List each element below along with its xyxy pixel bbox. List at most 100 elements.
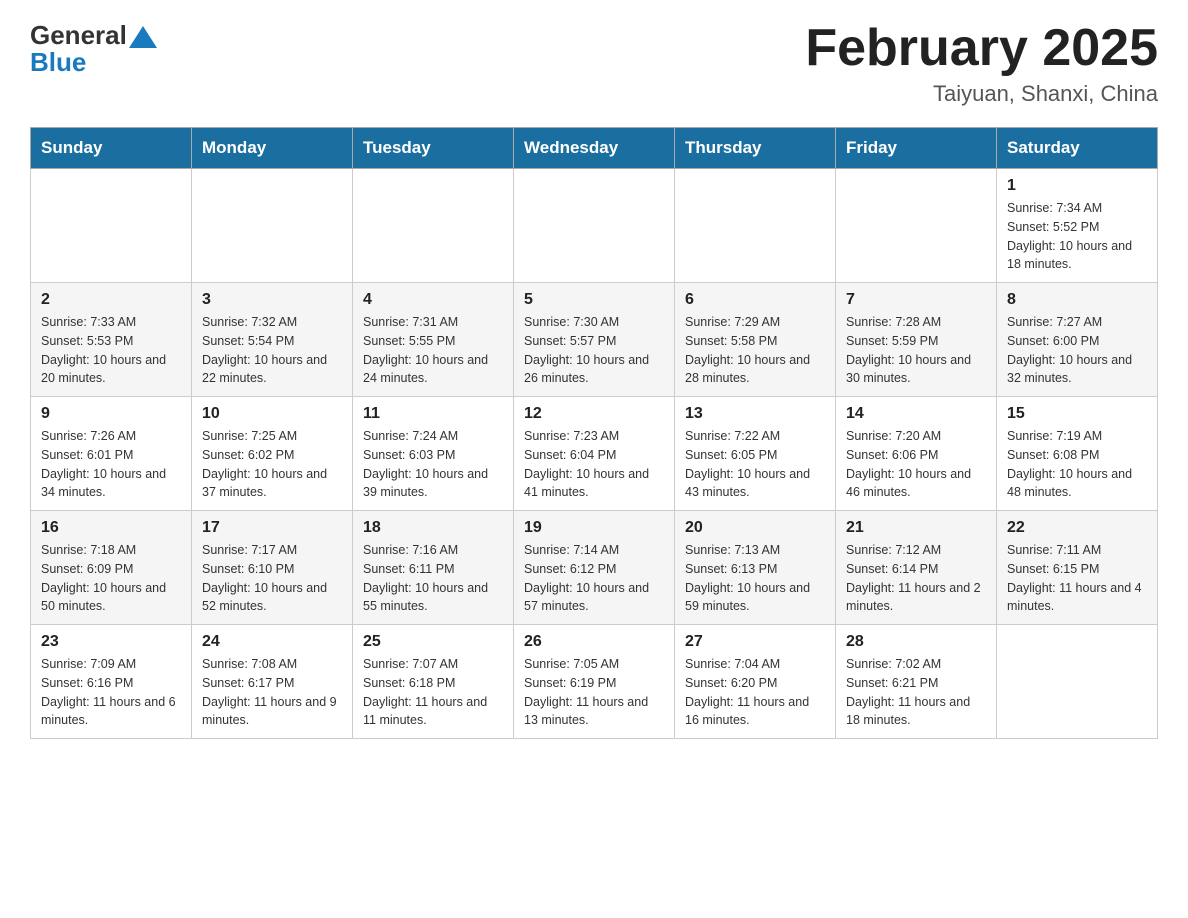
calendar-week-5: 23 Sunrise: 7:09 AMSunset: 6:16 PMDayligh… bbox=[31, 625, 1158, 739]
calendar-cell: 2 Sunrise: 7:33 AMSunset: 5:53 PMDaylight… bbox=[31, 283, 192, 397]
day-info: Sunrise: 7:33 AMSunset: 5:53 PMDaylight:… bbox=[41, 313, 181, 388]
calendar-cell: 22 Sunrise: 7:11 AMSunset: 6:15 PMDayligh… bbox=[997, 511, 1158, 625]
day-number: 17 bbox=[202, 519, 342, 537]
day-info: Sunrise: 7:24 AMSunset: 6:03 PMDaylight:… bbox=[363, 427, 503, 502]
page-header: General Blue February 2025 Taiyuan, Shan… bbox=[30, 20, 1158, 107]
calendar-header-monday: Monday bbox=[192, 128, 353, 169]
calendar-cell: 24 Sunrise: 7:08 AMSunset: 6:17 PMDayligh… bbox=[192, 625, 353, 739]
calendar-cell: 25 Sunrise: 7:07 AMSunset: 6:18 PMDayligh… bbox=[353, 625, 514, 739]
day-info: Sunrise: 7:29 AMSunset: 5:58 PMDaylight:… bbox=[685, 313, 825, 388]
day-number: 5 bbox=[524, 291, 664, 309]
day-info: Sunrise: 7:16 AMSunset: 6:11 PMDaylight:… bbox=[363, 541, 503, 616]
calendar-cell bbox=[31, 169, 192, 283]
day-number: 2 bbox=[41, 291, 181, 309]
calendar-cell: 8 Sunrise: 7:27 AMSunset: 6:00 PMDaylight… bbox=[997, 283, 1158, 397]
logo: General Blue bbox=[30, 20, 157, 78]
calendar-cell bbox=[514, 169, 675, 283]
logo-text-blue: Blue bbox=[30, 47, 157, 78]
day-info: Sunrise: 7:02 AMSunset: 6:21 PMDaylight:… bbox=[846, 655, 986, 730]
day-number: 9 bbox=[41, 405, 181, 423]
calendar-cell: 21Sunrise: 7:12 AMSunset: 6:14 PMDayligh… bbox=[836, 511, 997, 625]
calendar-week-2: 2 Sunrise: 7:33 AMSunset: 5:53 PMDaylight… bbox=[31, 283, 1158, 397]
day-info: Sunrise: 7:19 AMSunset: 6:08 PMDaylight:… bbox=[1007, 427, 1147, 502]
header-title-block: February 2025 Taiyuan, Shanxi, China bbox=[805, 20, 1158, 107]
calendar-header-tuesday: Tuesday bbox=[353, 128, 514, 169]
day-number: 10 bbox=[202, 405, 342, 423]
day-number: 24 bbox=[202, 633, 342, 651]
calendar-cell: 20Sunrise: 7:13 AMSunset: 6:13 PMDayligh… bbox=[675, 511, 836, 625]
calendar-cell: 1Sunrise: 7:34 AMSunset: 5:52 PMDaylight… bbox=[997, 169, 1158, 283]
day-info: Sunrise: 7:17 AMSunset: 6:10 PMDaylight:… bbox=[202, 541, 342, 616]
calendar-cell: 12Sunrise: 7:23 AMSunset: 6:04 PMDayligh… bbox=[514, 397, 675, 511]
day-info: Sunrise: 7:20 AMSunset: 6:06 PMDaylight:… bbox=[846, 427, 986, 502]
calendar-cell: 13 Sunrise: 7:22 AMSunset: 6:05 PMDayligh… bbox=[675, 397, 836, 511]
day-info: Sunrise: 7:09 AMSunset: 6:16 PMDaylight:… bbox=[41, 655, 181, 730]
calendar-cell: 5 Sunrise: 7:30 AMSunset: 5:57 PMDaylight… bbox=[514, 283, 675, 397]
calendar-cell: 15 Sunrise: 7:19 AMSunset: 6:08 PMDayligh… bbox=[997, 397, 1158, 511]
day-number: 23 bbox=[41, 633, 181, 651]
day-info: Sunrise: 7:14 AMSunset: 6:12 PMDaylight:… bbox=[524, 541, 664, 616]
day-info: Sunrise: 7:11 AMSunset: 6:15 PMDaylight:… bbox=[1007, 541, 1147, 616]
day-info: Sunrise: 7:23 AMSunset: 6:04 PMDaylight:… bbox=[524, 427, 664, 502]
day-number: 11 bbox=[363, 405, 503, 423]
day-number: 28 bbox=[846, 633, 986, 651]
calendar-header-wednesday: Wednesday bbox=[514, 128, 675, 169]
day-number: 13 bbox=[685, 405, 825, 423]
calendar-cell: 4 Sunrise: 7:31 AMSunset: 5:55 PMDaylight… bbox=[353, 283, 514, 397]
calendar-cell: 7 Sunrise: 7:28 AMSunset: 5:59 PMDaylight… bbox=[836, 283, 997, 397]
calendar-cell: 23 Sunrise: 7:09 AMSunset: 6:16 PMDayligh… bbox=[31, 625, 192, 739]
calendar-cell: 16 Sunrise: 7:18 AMSunset: 6:09 PMDayligh… bbox=[31, 511, 192, 625]
calendar-header-saturday: Saturday bbox=[997, 128, 1158, 169]
day-number: 4 bbox=[363, 291, 503, 309]
calendar-cell: 19Sunrise: 7:14 AMSunset: 6:12 PMDayligh… bbox=[514, 511, 675, 625]
calendar-header-row: SundayMondayTuesdayWednesdayThursdayFrid… bbox=[31, 128, 1158, 169]
calendar-cell bbox=[836, 169, 997, 283]
day-number: 25 bbox=[363, 633, 503, 651]
day-info: Sunrise: 7:22 AMSunset: 6:05 PMDaylight:… bbox=[685, 427, 825, 502]
day-info: Sunrise: 7:30 AMSunset: 5:57 PMDaylight:… bbox=[524, 313, 664, 388]
calendar-cell: 3 Sunrise: 7:32 AMSunset: 5:54 PMDaylight… bbox=[192, 283, 353, 397]
day-number: 16 bbox=[41, 519, 181, 537]
calendar-cell: 18 Sunrise: 7:16 AMSunset: 6:11 PMDayligh… bbox=[353, 511, 514, 625]
calendar-cell: 17 Sunrise: 7:17 AMSunset: 6:10 PMDayligh… bbox=[192, 511, 353, 625]
day-info: Sunrise: 7:31 AMSunset: 5:55 PMDaylight:… bbox=[363, 313, 503, 388]
day-number: 22 bbox=[1007, 519, 1147, 537]
day-info: Sunrise: 7:25 AMSunset: 6:02 PMDaylight:… bbox=[202, 427, 342, 502]
day-number: 21 bbox=[846, 519, 986, 537]
calendar-header-friday: Friday bbox=[836, 128, 997, 169]
day-info: Sunrise: 7:08 AMSunset: 6:17 PMDaylight:… bbox=[202, 655, 342, 730]
day-info: Sunrise: 7:04 AMSunset: 6:20 PMDaylight:… bbox=[685, 655, 825, 730]
calendar-header-thursday: Thursday bbox=[675, 128, 836, 169]
month-title: February 2025 bbox=[805, 20, 1158, 77]
day-number: 26 bbox=[524, 633, 664, 651]
logo-triangle-icon bbox=[129, 26, 157, 48]
calendar-cell: 11 Sunrise: 7:24 AMSunset: 6:03 PMDayligh… bbox=[353, 397, 514, 511]
day-info: Sunrise: 7:07 AMSunset: 6:18 PMDaylight:… bbox=[363, 655, 503, 730]
day-number: 8 bbox=[1007, 291, 1147, 309]
calendar-cell bbox=[675, 169, 836, 283]
day-number: 14 bbox=[846, 405, 986, 423]
calendar-cell: 26 Sunrise: 7:05 AMSunset: 6:19 PMDayligh… bbox=[514, 625, 675, 739]
day-number: 27 bbox=[685, 633, 825, 651]
day-number: 3 bbox=[202, 291, 342, 309]
day-number: 1 bbox=[1007, 177, 1147, 195]
calendar-week-4: 16 Sunrise: 7:18 AMSunset: 6:09 PMDayligh… bbox=[31, 511, 1158, 625]
day-info: Sunrise: 7:18 AMSunset: 6:09 PMDaylight:… bbox=[41, 541, 181, 616]
day-info: Sunrise: 7:32 AMSunset: 5:54 PMDaylight:… bbox=[202, 313, 342, 388]
day-number: 18 bbox=[363, 519, 503, 537]
calendar-header-sunday: Sunday bbox=[31, 128, 192, 169]
day-number: 7 bbox=[846, 291, 986, 309]
day-number: 15 bbox=[1007, 405, 1147, 423]
day-info: Sunrise: 7:27 AMSunset: 6:00 PMDaylight:… bbox=[1007, 313, 1147, 388]
calendar-cell: 28 Sunrise: 7:02 AMSunset: 6:21 PMDayligh… bbox=[836, 625, 997, 739]
day-info: Sunrise: 7:26 AMSunset: 6:01 PMDaylight:… bbox=[41, 427, 181, 502]
calendar-week-1: 1Sunrise: 7:34 AMSunset: 5:52 PMDaylight… bbox=[31, 169, 1158, 283]
day-info: Sunrise: 7:13 AMSunset: 6:13 PMDaylight:… bbox=[685, 541, 825, 616]
day-info: Sunrise: 7:05 AMSunset: 6:19 PMDaylight:… bbox=[524, 655, 664, 730]
day-number: 6 bbox=[685, 291, 825, 309]
day-info: Sunrise: 7:28 AMSunset: 5:59 PMDaylight:… bbox=[846, 313, 986, 388]
location-title: Taiyuan, Shanxi, China bbox=[933, 81, 1158, 107]
calendar-cell: 10 Sunrise: 7:25 AMSunset: 6:02 PMDayligh… bbox=[192, 397, 353, 511]
calendar-cell bbox=[997, 625, 1158, 739]
calendar-cell bbox=[353, 169, 514, 283]
